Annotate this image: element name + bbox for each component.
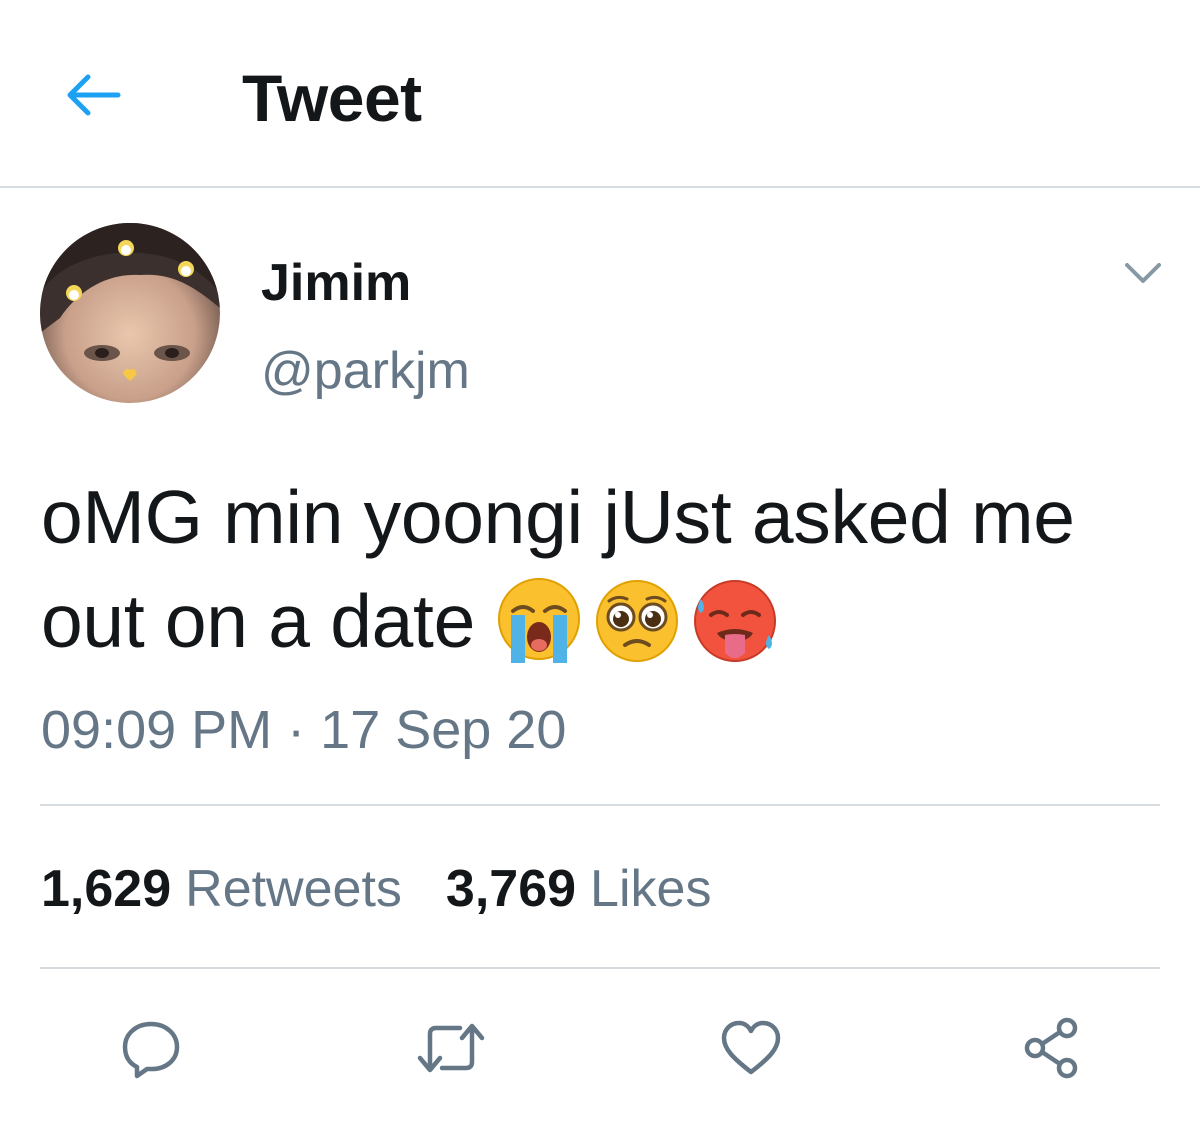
divider: [40, 967, 1160, 969]
avatar-image: [40, 223, 220, 403]
avatar[interactable]: [40, 223, 220, 403]
tweet-stats: 1,629 Retweets 3,769 Likes: [41, 858, 755, 920]
hot-face-icon: [693, 580, 776, 663]
retweets-count: 1,629: [41, 860, 172, 918]
share-icon: [1024, 1017, 1078, 1079]
author-handle[interactable]: @parkjm: [261, 340, 470, 402]
retweet-button[interactable]: [411, 1008, 491, 1088]
tweet-text: oMG min yoongi jUst asked me out on a da…: [41, 465, 1161, 673]
back-button[interactable]: [60, 65, 126, 125]
share-button[interactable]: [1011, 1008, 1091, 1088]
tweet-menu-button[interactable]: [1120, 250, 1166, 296]
header-divider: [0, 186, 1200, 188]
likes-count: 3,769: [445, 860, 577, 918]
pleading-face-icon: [595, 580, 678, 663]
retweets-stat[interactable]: 1,629 Retweets: [41, 858, 402, 920]
action-bar: [0, 1008, 1200, 1088]
loudly-crying-face-icon: [497, 578, 580, 664]
retweet-icon: [417, 1023, 485, 1073]
heart-icon: [721, 1020, 781, 1075]
retweets-label: Retweets: [185, 860, 402, 918]
likes-label: Likes: [590, 860, 712, 918]
tweet-date: 17 Sep 20: [320, 700, 567, 760]
tweet-time: 09:09 PM: [41, 700, 273, 760]
header-bar: Tweet: [0, 0, 1200, 188]
arrow-left-icon: [67, 74, 121, 116]
divider: [40, 804, 1160, 806]
reply-button[interactable]: [111, 1008, 191, 1088]
tweet-timestamp: 09:09 PM · 17 Sep 20: [41, 698, 566, 762]
chevron-down-icon: [1125, 263, 1161, 283]
timestamp-separator: ·: [287, 700, 306, 760]
likes-stat[interactable]: 3,769 Likes: [446, 858, 712, 920]
author-name[interactable]: Jimim: [261, 252, 411, 314]
like-button[interactable]: [711, 1008, 791, 1088]
reply-icon: [122, 1021, 180, 1079]
page-title: Tweet: [242, 61, 422, 135]
